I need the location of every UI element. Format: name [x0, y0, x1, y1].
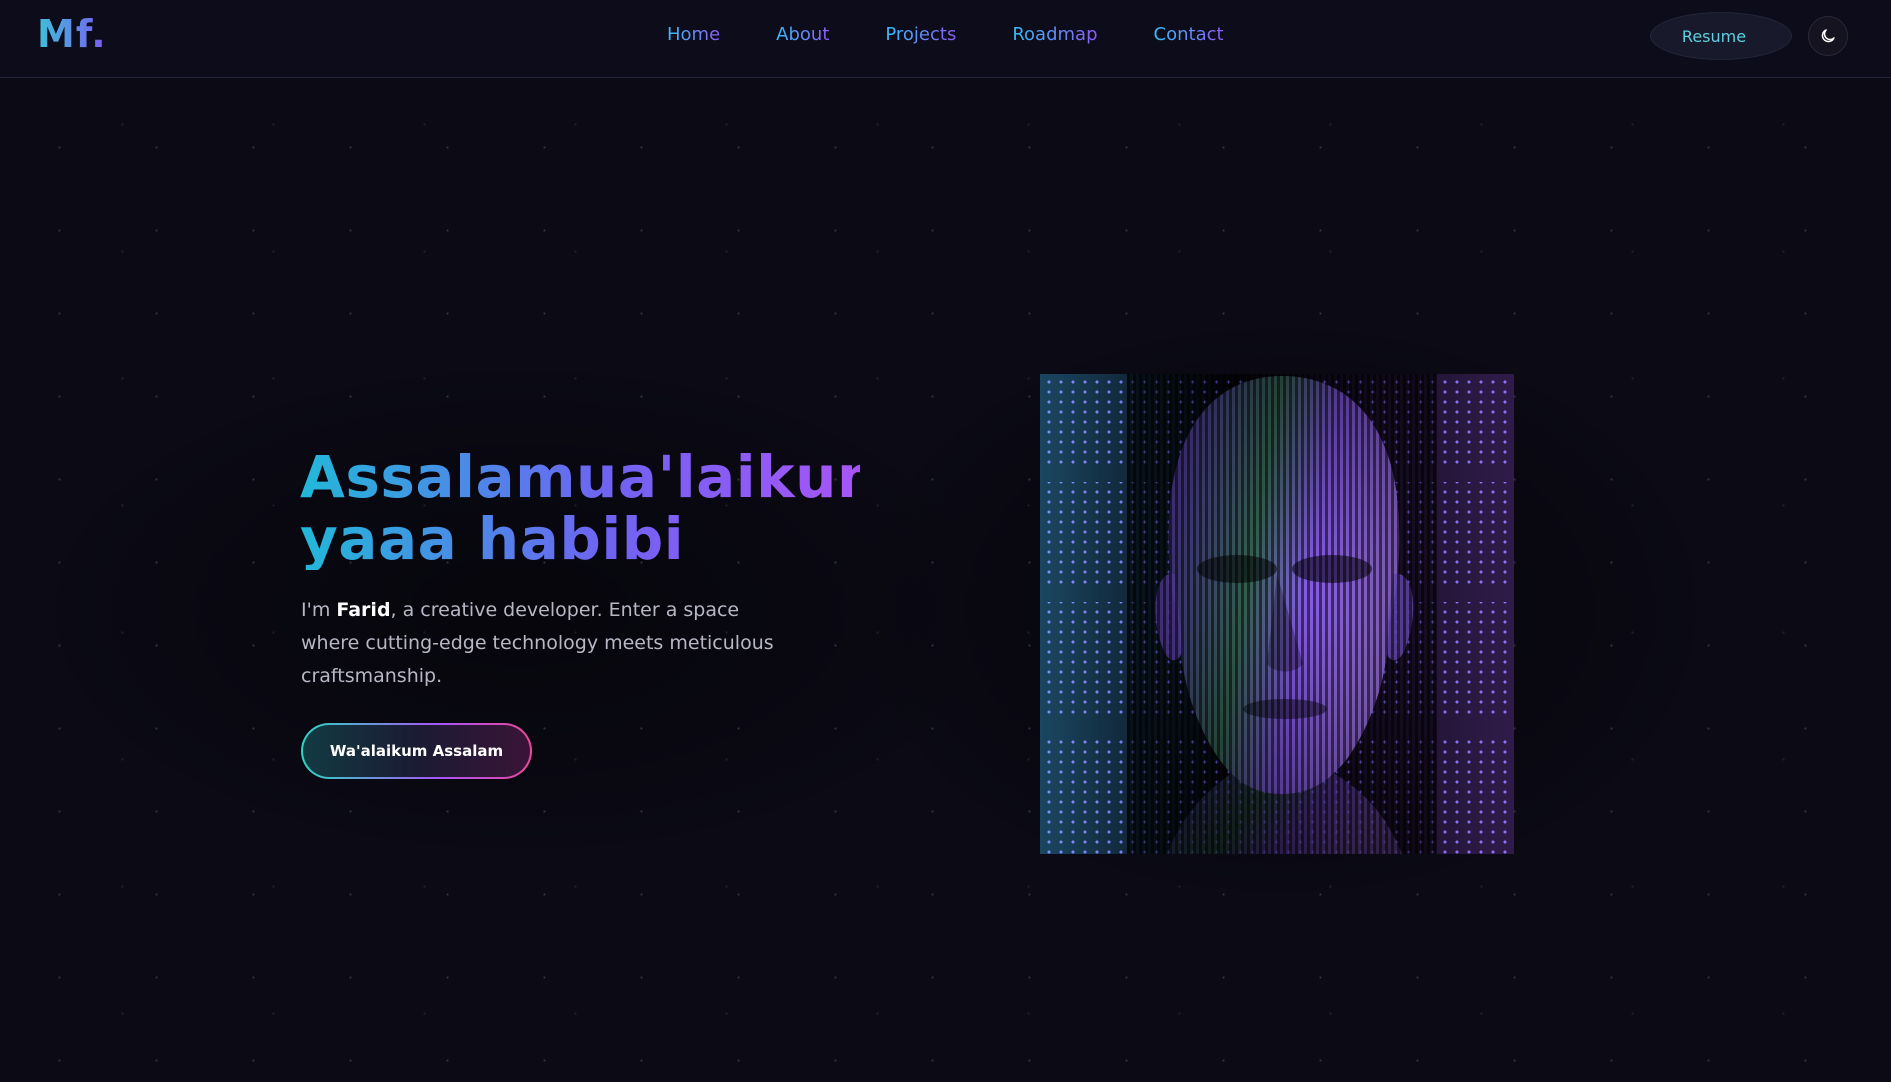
site-logo[interactable]: Mf. — [37, 12, 107, 56]
nav-projects[interactable]: Projects — [885, 22, 956, 48]
greeting-cta-button[interactable]: Wa'alaikum Assalam — [301, 723, 532, 779]
nav-home[interactable]: Home — [667, 22, 720, 48]
main-nav: Home About Projects Roadmap Contact — [667, 22, 1280, 48]
page: Mf. Home About Projects Roadmap Contact … — [0, 0, 1891, 1082]
intro-prefix: I'm — [301, 599, 337, 621]
hero-portrait-image — [1040, 374, 1514, 854]
resume-button[interactable]: Resume — [1650, 12, 1792, 60]
greeting-cta-inner: Wa'alaikum Assalam — [303, 725, 530, 777]
nav-roadmap[interactable]: Roadmap — [1012, 22, 1097, 48]
nav-about[interactable]: About — [776, 22, 829, 48]
hero-title-line2: yaaa habibi — [300, 505, 685, 573]
scanline-face-illustration — [1127, 374, 1437, 854]
starfield-background — [0, 0, 1891, 1082]
resume-button-label: Resume — [1681, 26, 1747, 46]
moon-icon — [1821, 29, 1835, 43]
greeting-cta-label: Wa'alaikum Assalam — [329, 742, 504, 760]
hero-intro: I'm Farid, a creative developer. Enter a… — [301, 594, 801, 693]
hero-title: Assalamua'laikum yaaa habibi — [300, 446, 860, 570]
site-header: Mf. Home About Projects Roadmap Contact … — [0, 0, 1891, 78]
hero-title-line1: Assalamua'laikum — [300, 443, 898, 511]
theme-toggle-button[interactable] — [1808, 16, 1848, 56]
nav-contact[interactable]: Contact — [1154, 22, 1224, 48]
intro-name: Farid — [336, 599, 391, 621]
